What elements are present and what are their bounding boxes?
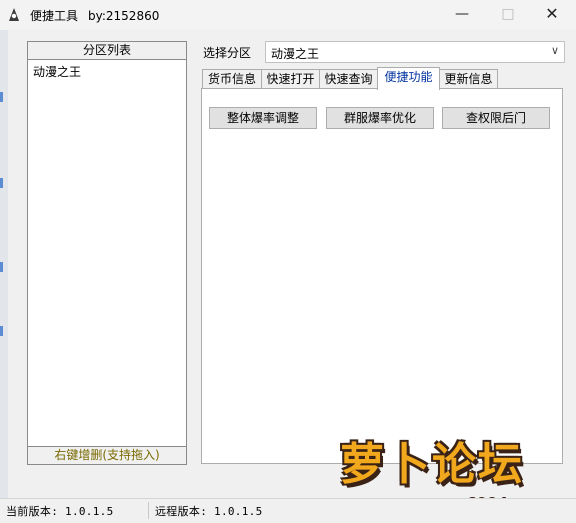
zone-select-dropdown[interactable]: 动漫之王 ∨	[265, 41, 565, 63]
chevron-down-icon: ∨	[550, 44, 559, 57]
remote-version: 远程版本: 1.0.1.5	[155, 505, 263, 518]
convenience-tab-panel: 整体爆率调整 群服爆率优化 查权限后门	[201, 88, 563, 464]
zone-list-header: 分区列表	[28, 42, 186, 60]
title-bar: 便捷工具 by:2152860 — □ ✕	[0, 0, 576, 30]
local-version: 当前版本: 1.0.1.5	[6, 505, 114, 518]
zone-select-label: 选择分区	[203, 46, 252, 60]
tab-convenience[interactable]: 便捷功能	[377, 67, 440, 90]
tab-currency-info[interactable]: 货币信息	[202, 69, 262, 89]
zone-list-footer: 右键增删(支持拖入)	[28, 446, 186, 464]
minimize-button[interactable]: —	[440, 0, 484, 30]
maximize-icon: □	[501, 6, 515, 22]
zone-select-value: 动漫之王	[271, 47, 320, 61]
close-button[interactable]: ✕	[530, 0, 574, 30]
maximize-button[interactable]: □	[486, 0, 530, 30]
tab-quick-open[interactable]: 快速打开	[261, 69, 320, 89]
watermark-text: 萝卜论坛	[340, 439, 524, 490]
window-author: by:2152860	[88, 9, 160, 23]
check-backdoor-button[interactable]: 查权限后门	[442, 107, 550, 129]
status-divider	[148, 502, 149, 519]
tab-update-info[interactable]: 更新信息	[439, 69, 498, 89]
overall-drop-rate-button[interactable]: 整体爆率调整	[209, 107, 317, 129]
server-drop-rate-button[interactable]: 群服爆率优化	[326, 107, 434, 129]
zone-list-item[interactable]: 动漫之王	[28, 60, 186, 83]
status-bar: 当前版本: 1.0.1.5 远程版本: 1.0.1.5	[0, 498, 576, 523]
close-icon: ✕	[545, 4, 559, 23]
tab-quick-query[interactable]: 快速查询	[319, 69, 378, 89]
zone-list-panel: 分区列表 动漫之王 右键增删(支持拖入)	[27, 41, 187, 465]
window-title: 便捷工具 by:2152860	[30, 9, 160, 23]
app-icon	[9, 8, 19, 21]
background-window-edge	[0, 30, 8, 522]
minimize-icon: —	[455, 6, 469, 22]
